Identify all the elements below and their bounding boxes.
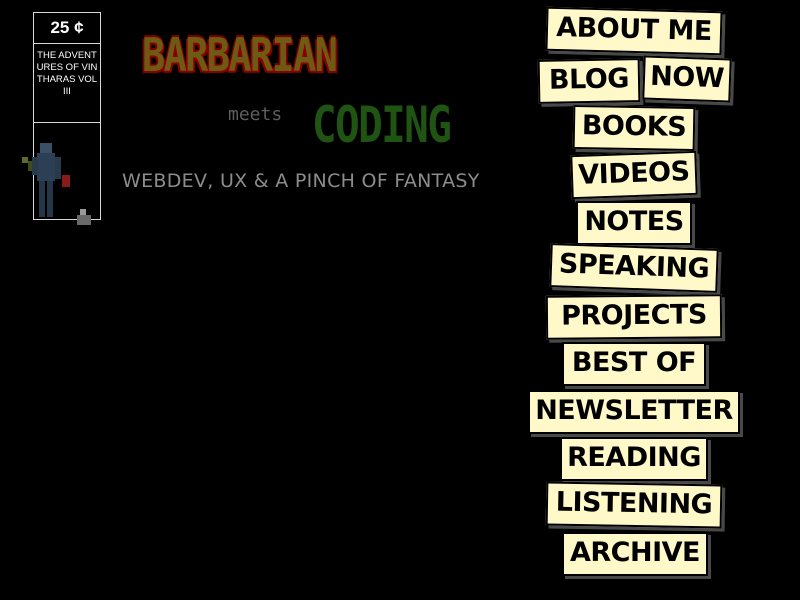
barbarian-figure-icon xyxy=(22,143,91,225)
comic-cover-link[interactable]: 25 ¢ THE ADVENTURES OF VINTHARAS VOL III xyxy=(22,12,101,225)
cover-caption: THE ADVENTURES OF VINTHARAS VOL III xyxy=(34,44,100,123)
nav-books[interactable]: BOOKS xyxy=(572,104,696,152)
nav-videos[interactable]: VIDEOS xyxy=(570,150,698,200)
nav-listening[interactable]: LISTENING xyxy=(545,481,723,529)
logo-coding[interactable]: CODING xyxy=(312,96,452,154)
nav-blog[interactable]: BLOG xyxy=(537,58,641,104)
nav-archive[interactable]: ARCHIVE xyxy=(562,532,708,576)
nav-notes[interactable]: NOTES xyxy=(576,201,692,245)
logo-meets: meets xyxy=(228,104,283,125)
nav-reading[interactable]: READING xyxy=(560,437,708,481)
nav-now[interactable]: NOW xyxy=(642,55,732,103)
nav-newsletter[interactable]: NEWSLETTER xyxy=(528,390,740,434)
logo-barbarian[interactable]: BARBARIAN xyxy=(142,26,338,84)
nav-projects[interactable]: PROJECTS xyxy=(545,294,723,340)
nav-speaking[interactable]: SPEAKING xyxy=(549,243,719,293)
site-tagline: WEBDEV, UX & A PINCH OF FANTASY xyxy=(122,170,480,192)
nav-about-me[interactable]: ABOUT ME xyxy=(545,6,723,56)
cover-price: 25 ¢ xyxy=(34,13,100,44)
nav-best-of[interactable]: BEST OF xyxy=(562,342,706,386)
